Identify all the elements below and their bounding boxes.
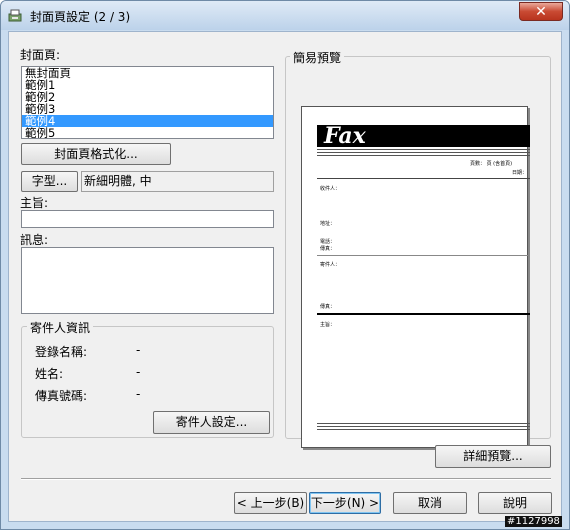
list-item[interactable]: 範例5	[22, 127, 273, 138]
sender-fax-label: 傳真號碼:	[35, 389, 88, 403]
list-item[interactable]: 範例2	[22, 91, 273, 103]
sender-name-label: 姓名:	[35, 367, 64, 381]
close-button[interactable]: ✕	[519, 2, 563, 21]
dialog-window: 封面頁設定 (2 / 3) ✕ 封面頁: 無封面頁 範例1 範例2 範例3 範例4 範例5…	[0, 0, 570, 530]
sender-fax-value: -	[136, 387, 141, 401]
preview-fax: 傳真：	[320, 246, 336, 252]
cover-format-button[interactable]: 封面頁格式化...	[21, 143, 171, 165]
preview-phone: 電話：	[320, 239, 336, 245]
preview-label: 簡易預覽	[290, 49, 345, 66]
dialog-body: 封面頁: 無封面頁 範例1 範例2 範例3 範例4 範例5 封面頁格式化... 字型...…	[8, 31, 562, 522]
sender-login-label: 登錄名稱:	[35, 345, 88, 359]
list-item[interactable]: 範例1	[22, 79, 273, 91]
preview-pages: 頁數： 頁 (含首頁)	[470, 161, 513, 167]
sender-info-label: 寄件人資訊	[27, 319, 94, 336]
list-item[interactable]: 範例3	[22, 103, 273, 115]
message-textarea[interactable]	[21, 247, 274, 314]
preview-from: 寄件人：	[320, 262, 341, 268]
cover-preview-page: Fax 頁數： 頁 (含首頁) 日期： 收件人： 地址： 電話： 傳真： 寄件人…	[301, 106, 530, 448]
fax-app-icon	[8, 9, 22, 22]
footer-divider	[21, 478, 551, 480]
preview-to: 收件人：	[320, 186, 341, 192]
detail-preview-button[interactable]: 詳細預覽...	[435, 445, 551, 468]
title-bar[interactable]: 封面頁設定 (2 / 3) ✕	[1, 1, 569, 30]
preview-date: 日期：	[512, 170, 528, 176]
preview-subject: 主旨：	[320, 322, 336, 328]
message-label: 訊息:	[20, 233, 49, 247]
fax-title: Fax	[324, 123, 366, 149]
list-item[interactable]: 範例4	[22, 115, 273, 127]
font-value: 新細明體, 中	[81, 171, 274, 192]
back-button[interactable]: < 上一步(B)	[234, 492, 307, 514]
preview-fax2: 傳真：	[320, 304, 336, 310]
cancel-button[interactable]: 取消	[393, 492, 467, 514]
sender-name-value: -	[136, 365, 141, 379]
list-item[interactable]: 無封面頁	[22, 67, 273, 79]
window-title: 封面頁設定 (2 / 3)	[30, 10, 131, 24]
cover-page-list[interactable]: 無封面頁 範例1 範例2 範例3 範例4 範例5	[21, 66, 274, 139]
close-icon: ✕	[535, 4, 547, 20]
preview-group: 簡易預覽 Fax 頁數： 頁 (含首頁) 日期： 收件人： 地址： 電話： 傳真…	[285, 49, 551, 448]
help-button[interactable]: 說明	[478, 492, 552, 514]
next-button[interactable]: 下一步(N) >	[309, 492, 381, 514]
sender-login-value: -	[136, 343, 141, 357]
fax-header-bar: Fax	[317, 123, 530, 149]
watermark: #1127998	[505, 516, 562, 527]
font-button[interactable]: 字型...	[21, 171, 78, 192]
cover-page-label: 封面頁:	[20, 48, 61, 62]
sender-info-group: 寄件人資訊 登錄名稱: - 姓名: - 傳真號碼: - 寄件人設定...	[21, 319, 274, 438]
subject-label: 主旨:	[20, 196, 49, 210]
sender-settings-button[interactable]: 寄件人設定...	[153, 411, 270, 434]
preview-address: 地址：	[320, 221, 336, 227]
subject-input[interactable]	[21, 210, 274, 228]
